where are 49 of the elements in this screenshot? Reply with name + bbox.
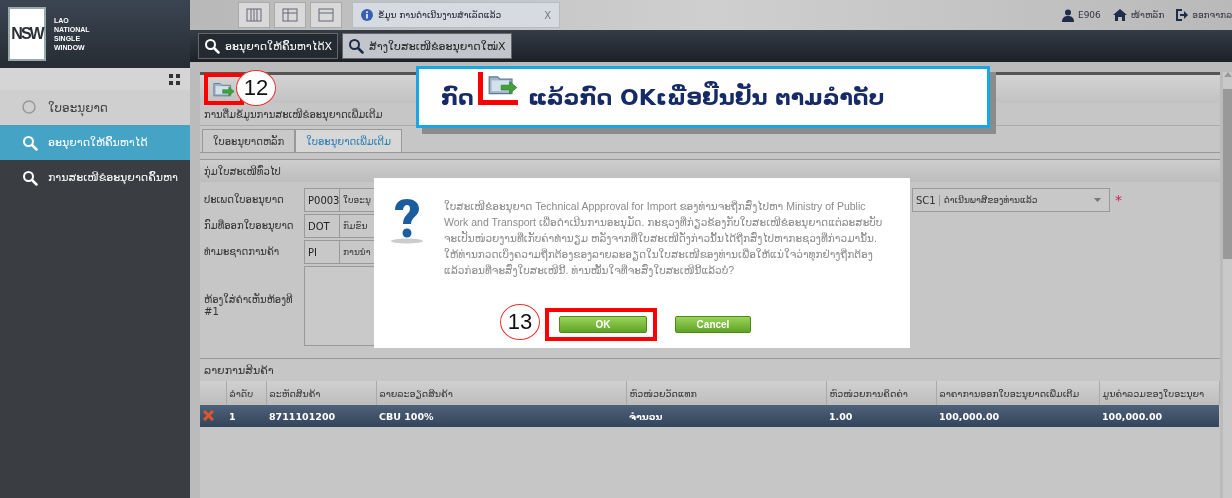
notice-tab[interactable]: ຂໍ້ມູນ ການດຳເນີນງານສຳເລັດແລ້ວ X: [352, 2, 560, 28]
code-field[interactable]: DOT: [304, 214, 340, 238]
table-cell: 1.00: [826, 405, 936, 427]
home-icon: [1112, 9, 1127, 21]
scrollbar[interactable]: [1222, 72, 1232, 498]
field-label: ທຳມະຊາດການຄ້າ: [204, 246, 281, 258]
dropdown-icon: [1094, 198, 1101, 202]
table-cell: ຈຳນວນ: [626, 405, 826, 427]
grid-icon[interactable]: [169, 73, 180, 85]
layout-icon[interactable]: [310, 2, 342, 28]
home-link[interactable]: ໜ້າຫລັກ: [1112, 9, 1165, 21]
delete-icon[interactable]: [203, 409, 214, 421]
field-label: ຫ້ອງໃສ່ຄຳເຫັນຫ້ອງທີ #1: [204, 294, 294, 318]
info-icon: [361, 9, 373, 21]
field-label: ກົມທີ່ອອກໃບອະນຸຍາດ: [204, 220, 295, 232]
layout-icon[interactable]: [274, 2, 306, 28]
page-tab[interactable]: ສ້າງໃບສະເໜີຂໍອະນຸຍາດໃໝ່X: [342, 33, 512, 59]
column-header[interactable]: ຫົວໜ່ວຍການຄິດຄ່າ: [826, 381, 936, 405]
table-cell: 8711101200: [266, 405, 376, 427]
notice-text: ຂໍ້ມູນ ການດຳເນີນງານສຳເລັດແລ້ວ: [378, 10, 502, 20]
form-tab[interactable]: ໃບອະນຸຍາດຫລັກ: [202, 129, 296, 152]
status-select[interactable]: SC1 ດຳເນີນພາສີຂອງທ່ານແລ້ວ: [912, 188, 1110, 212]
field-label: ປະເພດໃບອະນຸຍາດ: [204, 194, 285, 206]
table-cell: 100,000.00: [936, 405, 1099, 427]
required-mark: *: [1114, 192, 1123, 208]
folder-arrow-icon: [213, 80, 235, 98]
code-field[interactable]: PI: [304, 240, 340, 264]
logout-link[interactable]: ອອກຈາກລ: [1176, 9, 1232, 21]
user-icon: [1061, 8, 1074, 22]
question-icon: [390, 198, 424, 244]
column-header[interactable]: ລາຍລະອຽດສິນຄ້າ: [376, 381, 626, 405]
logout-icon: [1176, 9, 1189, 21]
code-field[interactable]: P0003: [304, 188, 340, 212]
dialog-message: ໃບສະເໜີຂໍອະນຸຍາດ Technical Appproval for Import ຂອງທ່ານຈະຖືກສົ່ງໄປຫາ Ministry of Public Work and Transport ເພື່ອດຳເນີນການອະນຸມັດ. ກະຊວງທີ່ກ່ຽວຂ້ອງກັບໃບສະເໜີຂໍອະນຸຍາດແຕ່ລະສະບັບຈະເປັນໜ່ວຍງານທີ່ເກັບຄ່າທຳນຽມ ຫລັງຈາກທີ່ໃບສະເໜີດັ່ງກ່າວນັ້ນໄດ້ຖືກສົ່ງໄປຫາກະຊວງທີ່ກ່າວມານັ້ນ. ໃຫ້ທ່ານກວດເບິ່ງຄວາມຖືກຕ້ອງຂອງລາຍລະອຽດໃນໃບສະເໜີຂອງທ່ານເພື່ອໃຫ້ແນ່ໃຈວ່າທຸກຢ່າງຖືກຕ້ອງແລ້ວກ່ອນທີ່ຈະສົ່ງໃບສະເໜີນີ້. ທ່ານໝັ້ນໃຈທີ່ຈະສົ່ງໃບສະເໜີນີ້ແລ້ວບໍ່?: [444, 199, 884, 279]
sidebar-item[interactable]: ໃບອະນຸຍາດ: [0, 90, 190, 125]
logo: NSW: [8, 7, 46, 61]
layout-icon[interactable]: [238, 2, 270, 28]
column-header[interactable]: ມູນຄ່າລວມຂອງໃບອະນຸຍາ: [1099, 381, 1219, 405]
column-header[interactable]: ລຳດັບ: [226, 381, 266, 405]
section-header: ກຸ່ມໃບສະເໜີທົ່ວໄປ: [200, 159, 1220, 182]
column-header[interactable]: ຫົວໜ່ວຍວັດແທກ: [626, 381, 826, 405]
page-tab[interactable]: ອະນຸຍາດໃຫ້ຄົ້ນຫາໄດ້X: [198, 33, 339, 59]
table-cell: CBU 100%: [376, 405, 626, 427]
table-cell: 100,000.00: [1099, 405, 1219, 427]
table-cell: 1: [226, 405, 266, 427]
user-name: E906: [1077, 10, 1101, 20]
column-header[interactable]: ລະຫັດສິນຄ້າ: [266, 381, 376, 405]
scroll-up-icon[interactable]: [1223, 72, 1232, 77]
column-header[interactable]: ລາຄາການອອກໃບອະນຸຍາດເພີ່ມເຕີມ: [936, 381, 1099, 405]
